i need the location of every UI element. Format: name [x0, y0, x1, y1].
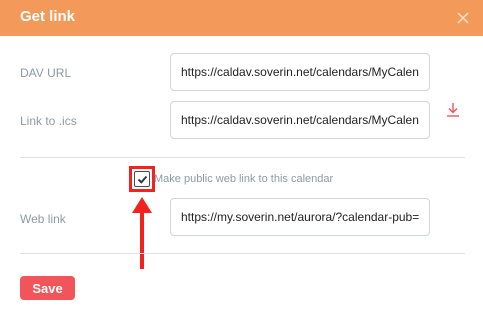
divider — [20, 157, 465, 158]
dialog-title: Get link — [20, 8, 76, 25]
dav-url-label: DAV URL — [20, 66, 72, 80]
web-link-field[interactable] — [170, 198, 430, 236]
ics-link-label: Link to .ics — [20, 114, 77, 128]
download-icon[interactable] — [446, 101, 460, 119]
annotation-highlight-box — [129, 166, 155, 192]
dav-url-field[interactable] — [170, 53, 430, 91]
ics-link-field[interactable] — [170, 101, 430, 139]
close-icon[interactable] — [455, 10, 471, 26]
arrow-up-icon — [132, 197, 152, 269]
dialog-header: Get link — [0, 0, 483, 36]
get-link-dialog: Get link DAV URL Link to .ics Make publi… — [0, 0, 483, 320]
divider — [20, 253, 465, 254]
public-link-label: Make public web link to this calendar — [154, 173, 334, 185]
save-button[interactable]: Save — [20, 276, 75, 300]
web-link-label: Web link — [20, 212, 66, 226]
